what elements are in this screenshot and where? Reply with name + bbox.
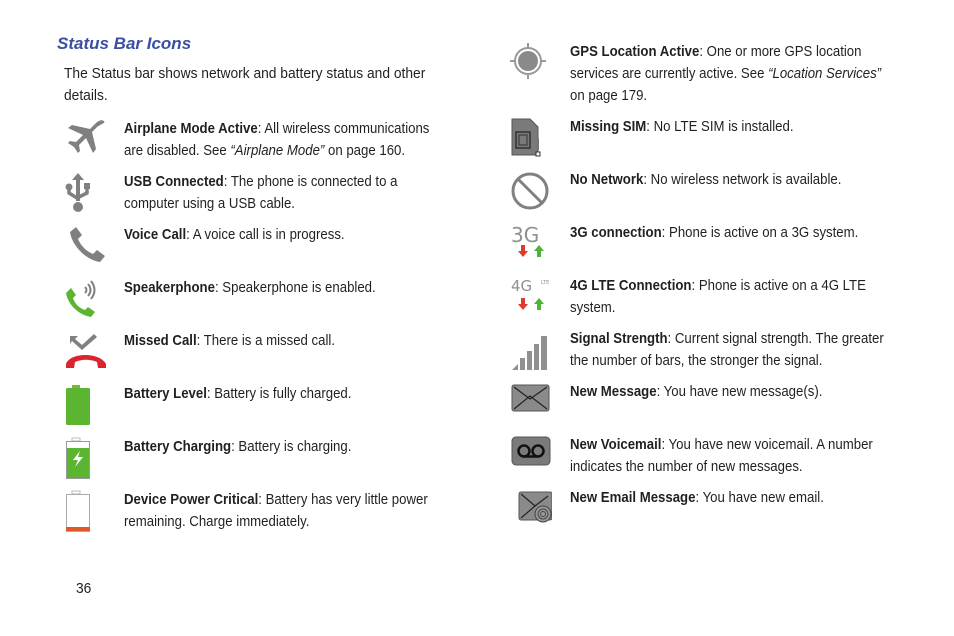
page-number: 36 [76, 580, 92, 597]
entry-text: Missing SIM: No LTE SIM is installed. [570, 118, 794, 135]
entry-text: New Email Message: You have new email. [570, 489, 824, 506]
entry-text: USB Connected: The phone is connected to… [124, 173, 398, 212]
entry-text: No Network: No wireless network is avail… [570, 171, 842, 188]
no-network-icon [508, 169, 552, 213]
speakerphone-icon [64, 277, 108, 321]
entry-text: New Message: You have new message(s). [570, 383, 823, 400]
section-heading: Status Bar Icons [57, 34, 192, 53]
3g-icon: 3G [508, 222, 552, 266]
entry-text: Signal Strength: Current signal strength… [570, 330, 884, 369]
email-icon [508, 487, 552, 531]
entry-text: Voice Call: A voice call is in progress. [124, 226, 345, 243]
entry-text: New Voicemail: You have new voicemail. A… [570, 436, 873, 475]
battery-charging-icon [64, 436, 108, 480]
intro-paragraph: The Status bar shows network and battery… [64, 65, 426, 104]
entry-text: Battery Charging: Battery is charging. [124, 438, 352, 455]
entry-text: GPS Location Active: One or more GPS loc… [570, 43, 882, 104]
entry-text: Airplane Mode Active: All wireless commu… [124, 120, 430, 159]
entry-text: Speakerphone: Speakerphone is enabled. [124, 279, 376, 296]
entry-text: 4G LTE Connection: Phone is active on a … [570, 277, 866, 316]
entry-text: Missed Call: There is a missed call. [124, 332, 336, 349]
network-type-label: 3G [511, 223, 539, 247]
entry-text: Battery Level: Battery is fully charged. [124, 385, 352, 402]
missing-sim-icon [508, 116, 552, 160]
4g-lte-icon: 4G LTE [508, 275, 552, 319]
entry-text: 3G connection: Phone is active on a 3G s… [570, 224, 859, 241]
network-type-label: 4G [511, 277, 532, 295]
battery-full-icon [64, 383, 108, 427]
usb-icon [64, 171, 108, 215]
airplane-icon [64, 118, 108, 162]
missed-call-icon [64, 330, 108, 374]
lte-label: LTE [541, 280, 549, 286]
signal-strength-icon [508, 328, 552, 372]
battery-critical-icon [64, 489, 108, 533]
new-message-icon [508, 381, 552, 425]
entry-text: Device Power Critical: Battery has very … [124, 491, 428, 530]
voicemail-icon [508, 434, 552, 478]
gps-icon [508, 41, 552, 85]
voice-call-icon [64, 224, 108, 268]
